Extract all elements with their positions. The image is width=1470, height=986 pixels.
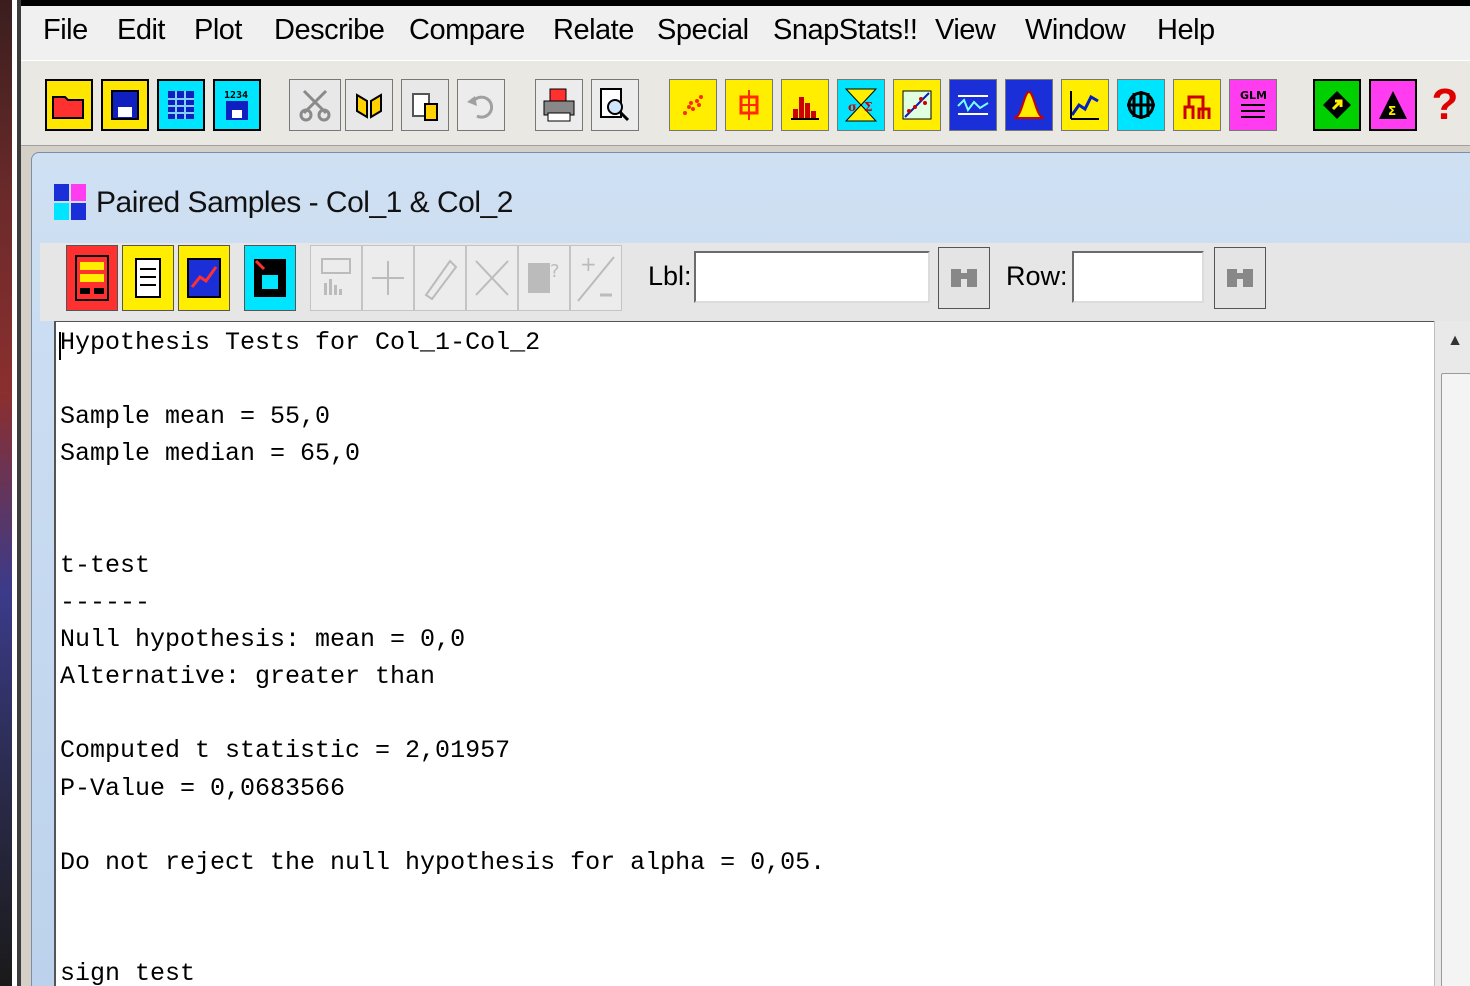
output-line: sign test xyxy=(60,959,196,986)
histogram-icon[interactable] xyxy=(781,79,829,131)
add-remove-icon[interactable]: + xyxy=(570,245,622,311)
menu-window[interactable]: Window xyxy=(1025,14,1126,47)
zoom-pane-icon[interactable] xyxy=(466,245,518,311)
help-icon[interactable]: ? xyxy=(1425,79,1465,131)
svg-text:σ: σ xyxy=(848,100,857,114)
pane-options-icon[interactable] xyxy=(310,245,362,311)
dendrogram-icon[interactable] xyxy=(1173,79,1221,131)
menu-special[interactable]: Special xyxy=(657,14,749,47)
analysis-toolbar: ? + Lbl: Row: xyxy=(40,243,1470,321)
locate-point-icon[interactable]: ? xyxy=(518,245,570,311)
menu-snapstats[interactable]: SnapStats!! xyxy=(773,14,918,47)
move-pane-icon[interactable] xyxy=(362,245,414,311)
output-line: Sample mean = 55,0 xyxy=(60,402,331,431)
output-line: Null hypothesis: mean = 0,0 xyxy=(60,625,466,654)
glm-icon[interactable]: GLM xyxy=(1229,79,1277,131)
child-title-bar[interactable]: Paired Samples - Col_1 & Col_2 xyxy=(54,183,513,223)
analysis-output-pane[interactable]: Hypothesis Tests for Col_1-Col_2 Sample … xyxy=(54,321,1436,986)
output-line: Sample median = 65,0 xyxy=(60,439,361,468)
output-line: ------ xyxy=(60,588,151,617)
menu-bar: File Edit Plot Describe Compare Relate S… xyxy=(21,0,1470,60)
grid-plot-icon[interactable] xyxy=(1117,79,1165,131)
svg-text:Σ: Σ xyxy=(1388,104,1396,118)
lbl-input[interactable] xyxy=(694,251,930,303)
graphical-options-icon[interactable] xyxy=(178,245,230,311)
menu-relate[interactable]: Relate xyxy=(553,14,634,47)
print-icon[interactable] xyxy=(535,79,583,131)
desktop-edge xyxy=(0,0,12,986)
save-results-icon[interactable] xyxy=(244,245,296,311)
hypothesis-test-icon[interactable]: σΣ xyxy=(837,79,885,131)
xy-plot-icon[interactable] xyxy=(893,79,941,131)
menu-edit[interactable]: Edit xyxy=(117,14,165,47)
box-whisker-icon[interactable] xyxy=(725,79,773,131)
svg-text:Σ: Σ xyxy=(864,100,872,114)
undo-icon[interactable] xyxy=(457,79,505,131)
statgallery-icon[interactable]: Σ xyxy=(1369,79,1417,131)
menu-describe[interactable]: Describe xyxy=(274,14,385,47)
paired-samples-window: Paired Samples - Col_1 & Col_2 ? + Lbl: … xyxy=(31,152,1470,986)
scroll-up-arrow-icon[interactable]: ▲ xyxy=(1435,321,1470,361)
statgraphics-app: File Edit Plot Describe Compare Relate S… xyxy=(21,0,1470,986)
output-line: Do not reject the null hypothesis for al… xyxy=(60,848,826,877)
find-row-binoculars-icon[interactable] xyxy=(1214,247,1266,309)
menu-help[interactable]: Help xyxy=(1157,14,1215,47)
output-line: P-Value = 0,0683566 xyxy=(60,774,346,803)
svg-text:?: ? xyxy=(550,261,560,282)
paste-icon[interactable] xyxy=(401,79,449,131)
input-dialog-icon[interactable] xyxy=(66,245,118,311)
output-line: Hypothesis Tests for Col_1-Col_2 xyxy=(60,328,541,357)
vertical-scrollbar[interactable]: ▲ xyxy=(1434,321,1470,986)
scroll-thumb[interactable] xyxy=(1441,373,1470,986)
svg-text:1234: 1234 xyxy=(224,90,248,101)
row-input[interactable] xyxy=(1072,251,1204,303)
brush-pane-icon[interactable] xyxy=(414,245,466,311)
spreadsheet-icon[interactable] xyxy=(157,79,205,131)
output-line: t-test xyxy=(60,551,151,580)
print-preview-icon[interactable] xyxy=(591,79,639,131)
scatterplot-icon[interactable] xyxy=(669,79,717,131)
menu-plot[interactable]: Plot xyxy=(194,14,242,47)
menu-view[interactable]: View xyxy=(935,14,996,47)
row-label: Row: xyxy=(1006,261,1068,291)
cut-icon[interactable] xyxy=(289,79,341,131)
time-series-icon[interactable] xyxy=(1061,79,1109,131)
copy-icon[interactable] xyxy=(345,79,393,131)
output-line: Alternative: greater than xyxy=(60,662,436,691)
menu-file[interactable]: File xyxy=(43,14,88,47)
normal-curve-icon[interactable] xyxy=(1005,79,1053,131)
svg-text:+: + xyxy=(580,252,597,276)
tabular-options-icon[interactable] xyxy=(122,245,174,311)
open-folder-icon[interactable] xyxy=(45,79,93,131)
statadvisor-icon[interactable] xyxy=(1313,79,1361,131)
child-window-title: Paired Samples - Col_1 & Col_2 xyxy=(96,186,513,219)
output-line: Computed t statistic = 2,01957 xyxy=(60,736,511,765)
save-data-icon[interactable]: 1234 xyxy=(213,79,261,131)
save-disk-icon[interactable] xyxy=(101,79,149,131)
find-lbl-binoculars-icon[interactable] xyxy=(938,247,990,309)
analysis-window-icon xyxy=(54,184,88,222)
lbl-label: Lbl: xyxy=(648,261,692,291)
glm-label: GLM xyxy=(1240,89,1267,102)
menu-compare[interactable]: Compare xyxy=(409,14,525,47)
control-chart-icon[interactable] xyxy=(949,79,997,131)
main-toolbar: 1234 σΣ GLM Σ ? xyxy=(21,60,1470,146)
